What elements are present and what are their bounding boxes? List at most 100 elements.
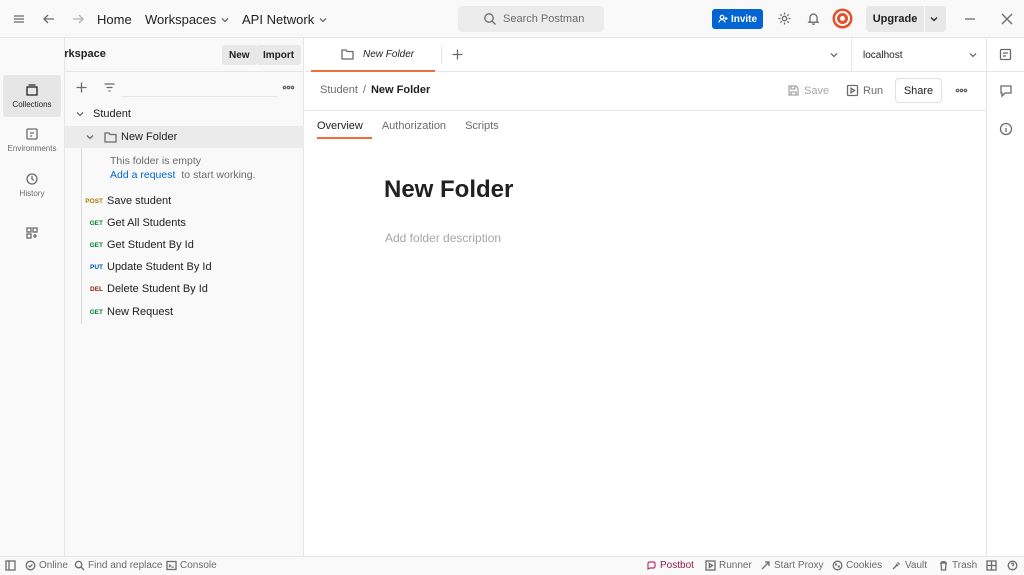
request-method-badge: GET xyxy=(89,308,103,316)
request-item[interactable]: GET Get Student By Id xyxy=(65,234,304,256)
postbot-button[interactable]: Postbot xyxy=(646,560,694,571)
layout-icon[interactable] xyxy=(986,560,997,571)
rail-item-history[interactable]: History xyxy=(3,164,61,206)
cookies-button[interactable]: Cookies xyxy=(832,560,882,571)
add-icon[interactable] xyxy=(75,81,88,94)
tab-divider xyxy=(441,46,442,64)
request-name: Save student xyxy=(107,195,172,207)
folder-icon xyxy=(341,48,354,60)
workspaces-menu[interactable]: Workspaces xyxy=(145,12,230,27)
breadcrumb-parent[interactable]: Student xyxy=(320,84,358,96)
tabs-dropdown-icon[interactable] xyxy=(829,50,839,60)
postbot-icon xyxy=(646,560,657,571)
run-button[interactable]: Run xyxy=(846,84,883,97)
request-method-badge: GET xyxy=(89,219,103,227)
share-button[interactable]: Share xyxy=(895,78,942,103)
request-item[interactable]: DEL Delete Student By Id xyxy=(65,278,304,300)
chevron-down-icon[interactable] xyxy=(929,14,939,24)
menu-icon[interactable] xyxy=(12,12,26,26)
folder-title[interactable]: New Folder xyxy=(384,176,513,204)
more-options-icon[interactable] xyxy=(955,84,968,97)
minimize-icon[interactable] xyxy=(963,12,977,26)
cookie-icon xyxy=(832,560,843,571)
folder-description-input[interactable]: Add folder description xyxy=(385,231,501,245)
request-item[interactable]: GET New Request xyxy=(65,301,304,323)
environment-selector[interactable]: localhost xyxy=(851,38,985,72)
subtab-overview[interactable]: Overview xyxy=(317,110,372,139)
add-request-suffix: to start working. xyxy=(181,169,256,181)
online-status[interactable]: Online xyxy=(25,560,68,571)
import-button[interactable]: Import xyxy=(256,45,302,65)
search-input[interactable]: Search Postman xyxy=(458,6,604,32)
chevron-down-icon xyxy=(75,109,85,119)
rail-item-environments[interactable]: Environments xyxy=(3,119,61,161)
request-method-badge: DEL xyxy=(90,285,103,293)
environment-value: localhost xyxy=(863,49,903,61)
environment-quick-look-icon[interactable] xyxy=(999,48,1012,61)
postbot-label: Postbot xyxy=(660,560,694,571)
console-button[interactable]: Console xyxy=(166,560,217,571)
upgrade-divider xyxy=(924,6,925,32)
runner-label: Runner xyxy=(719,560,752,571)
filter-icon[interactable] xyxy=(103,81,116,94)
add-user-icon xyxy=(718,14,728,24)
notification-bell-icon[interactable] xyxy=(806,11,821,26)
user-avatar[interactable] xyxy=(832,8,853,29)
tab-strip: New Folder localhost xyxy=(305,38,1024,72)
subtab-authorization[interactable]: Authorization xyxy=(382,110,455,140)
invite-button[interactable]: Invite xyxy=(712,9,763,29)
folder-name: New Folder xyxy=(121,131,178,143)
upgrade-button[interactable]: Upgrade xyxy=(866,6,946,32)
empty-folder-hint: Add a request to start working. xyxy=(110,169,256,181)
rail-label-history: History xyxy=(19,189,45,198)
console-label: Console xyxy=(180,560,217,571)
settings-icon[interactable] xyxy=(777,11,792,26)
api-network-label: API Network xyxy=(242,12,315,27)
rail-item-collections[interactable]: Collections xyxy=(3,75,61,117)
apps-icon xyxy=(25,226,39,240)
request-item[interactable]: GET Get All Students xyxy=(65,212,304,234)
rail-label-collections: Collections xyxy=(12,100,52,109)
tab-new-folder[interactable]: New Folder xyxy=(311,38,435,72)
tab-label: New Folder xyxy=(363,48,415,60)
save-icon xyxy=(787,84,800,97)
new-button[interactable]: New xyxy=(222,45,257,65)
tabstrip-divider xyxy=(986,38,987,72)
trash-label: Trash xyxy=(952,560,978,571)
find-replace-button[interactable]: Find and replace xyxy=(74,560,163,571)
environments-icon xyxy=(25,127,39,141)
toggle-sidebar-icon[interactable] xyxy=(5,560,16,571)
subtab-scripts[interactable]: Scripts xyxy=(465,110,508,140)
close-icon[interactable] xyxy=(1000,12,1014,26)
search-icon xyxy=(74,560,85,571)
collection-item-student[interactable]: Student xyxy=(65,103,304,125)
back-arrow-icon[interactable] xyxy=(42,12,56,26)
right-rail xyxy=(986,72,1024,556)
runner-button[interactable]: Runner xyxy=(705,560,752,571)
chevron-down-icon xyxy=(85,132,95,142)
request-method-badge: GET xyxy=(89,241,103,249)
request-item[interactable]: PUT Update Student By Id xyxy=(65,256,304,278)
forward-arrow-icon[interactable] xyxy=(71,12,85,26)
new-tab-icon[interactable] xyxy=(451,48,464,61)
help-icon[interactable] xyxy=(1007,560,1018,571)
comments-icon[interactable] xyxy=(999,84,1013,98)
vault-icon xyxy=(891,560,902,571)
add-request-link[interactable]: Add a request xyxy=(110,169,175,181)
search-placeholder: Search Postman xyxy=(503,13,585,25)
collections-search-input[interactable] xyxy=(121,77,277,97)
home-link[interactable]: Home xyxy=(97,12,132,27)
folder-item-new-folder[interactable]: New Folder xyxy=(65,126,304,148)
start-proxy-button[interactable]: Start Proxy xyxy=(760,560,823,571)
breadcrumb-separator: / xyxy=(362,84,366,96)
save-button[interactable]: Save xyxy=(787,84,829,97)
find-replace-label: Find and replace xyxy=(88,560,163,571)
info-icon[interactable] xyxy=(999,122,1013,136)
trash-button[interactable]: Trash xyxy=(938,560,977,571)
more-options-icon[interactable] xyxy=(282,81,295,94)
vault-button[interactable]: Vault xyxy=(891,560,927,571)
folder-subtabs: Overview Authorization Scripts xyxy=(317,110,518,140)
request-item[interactable]: POST Save student xyxy=(65,190,304,212)
api-network-menu[interactable]: API Network xyxy=(242,12,328,27)
rail-item-apps[interactable] xyxy=(3,212,61,254)
